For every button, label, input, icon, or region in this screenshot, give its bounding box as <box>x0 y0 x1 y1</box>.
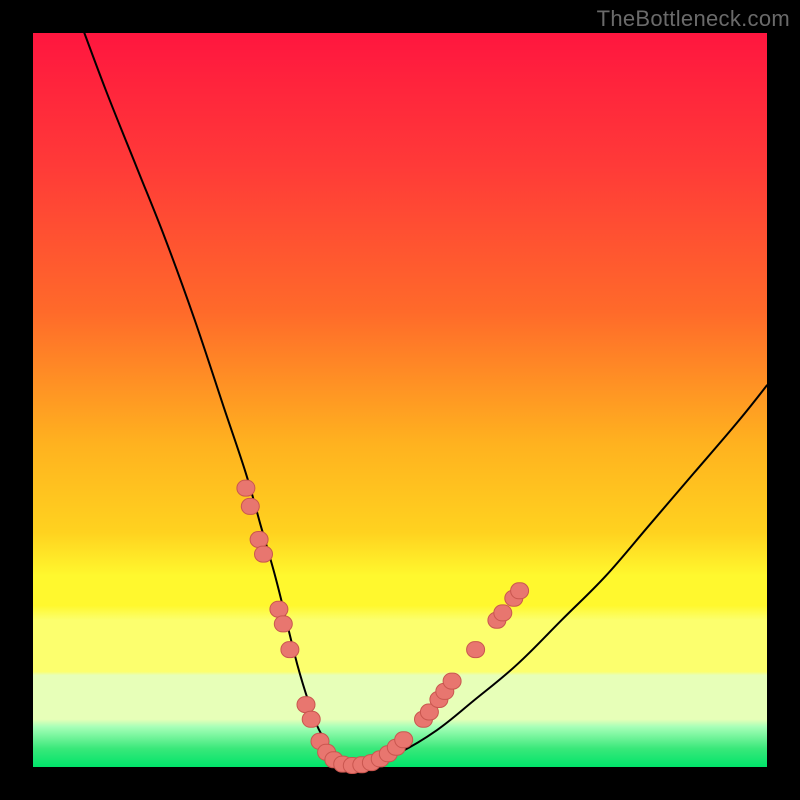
curve-marker <box>241 498 259 514</box>
curve-marker <box>274 616 292 632</box>
curve-marker <box>467 642 485 658</box>
curve-marker <box>255 546 273 562</box>
curve-marker <box>494 605 512 621</box>
curve-marker <box>395 732 413 748</box>
curve-marker <box>443 673 461 689</box>
chart-frame: TheBottleneck.com <box>0 0 800 800</box>
watermark-label: TheBottleneck.com <box>597 6 790 32</box>
plot-area <box>33 33 767 767</box>
curve-marker <box>270 601 288 617</box>
curve-marker <box>281 642 299 658</box>
curve-marker <box>237 480 255 496</box>
curve-marker <box>302 711 320 727</box>
curve-marker <box>297 697 315 713</box>
curve-marker <box>250 532 268 548</box>
curve-marker <box>511 583 529 599</box>
bottleneck-chart <box>0 0 800 800</box>
